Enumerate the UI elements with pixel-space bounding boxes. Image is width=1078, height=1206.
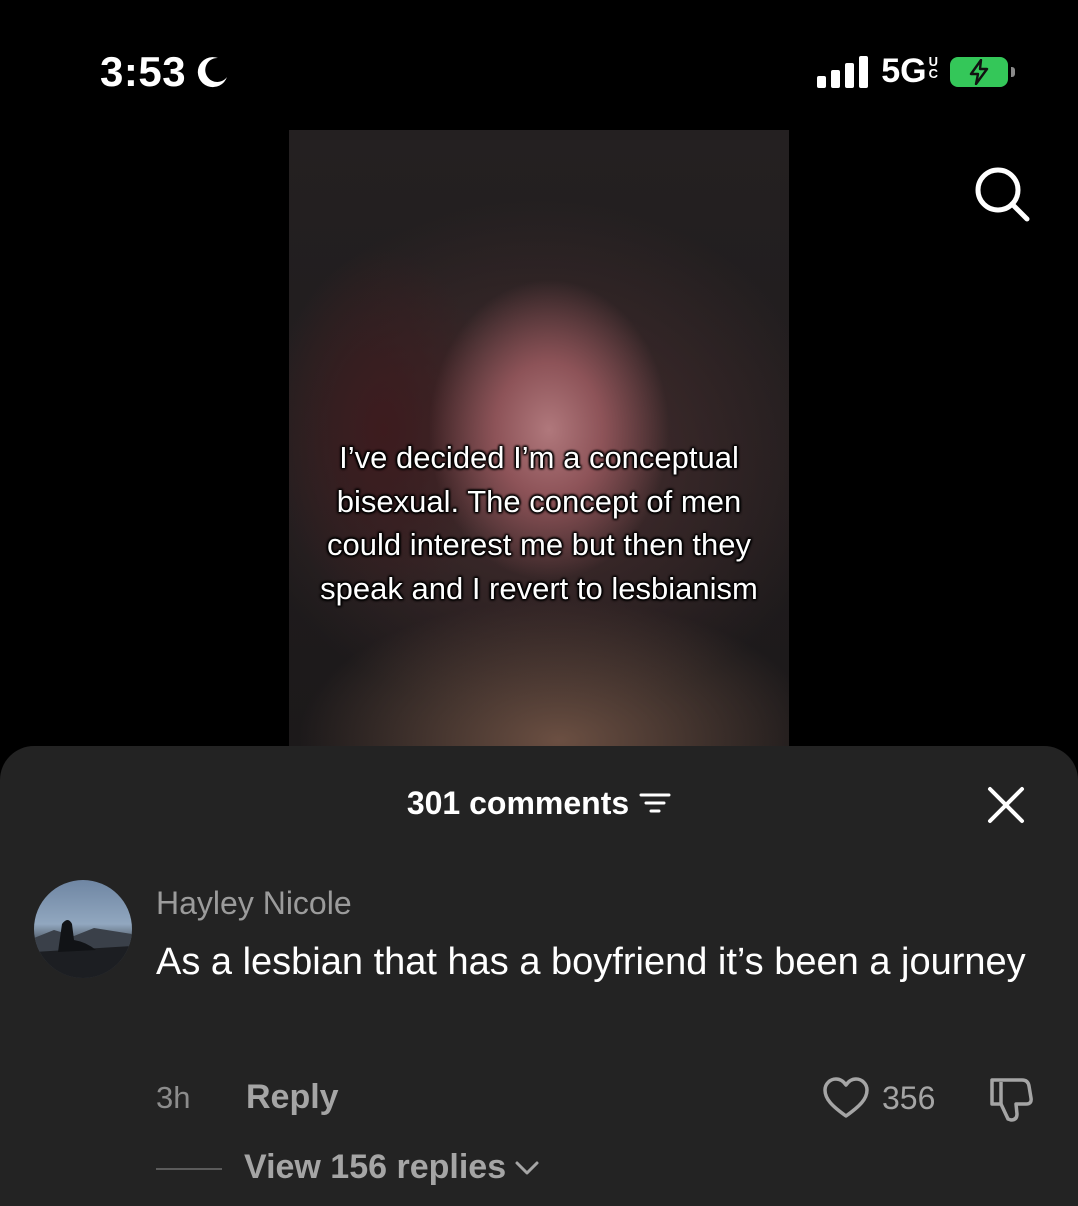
- video-player[interactable]: I’ve decided I’m a conceptual bisexual. …: [289, 130, 789, 748]
- thumbs-down-icon[interactable]: [986, 1074, 1036, 1124]
- comment-author[interactable]: Hayley Nicole: [156, 885, 352, 922]
- view-replies-button[interactable]: View 156 replies: [244, 1148, 540, 1187]
- filter-icon[interactable]: [639, 790, 671, 816]
- chevron-down-icon: [515, 1161, 539, 1174]
- bolt-icon: [969, 58, 989, 85]
- avatar-image: [34, 920, 132, 978]
- moon-icon: [197, 57, 228, 88]
- heart-icon[interactable]: [822, 1076, 870, 1120]
- time-label: 3:53: [100, 48, 187, 95]
- comment-count: 301 comments: [406, 784, 630, 821]
- comment-text: As a lesbian that has a boyfriend it’s b…: [156, 941, 1026, 983]
- avatar[interactable]: [34, 880, 132, 978]
- view-replies-label: View 156 replies: [244, 1148, 507, 1186]
- signal-bars-icon: [817, 55, 869, 88]
- search-icon[interactable]: [972, 164, 1032, 224]
- like-count: 356: [882, 1080, 936, 1116]
- status-indicators: 5G UC: [817, 52, 1015, 91]
- network-sup: UC: [928, 54, 938, 81]
- network-type: 5G UC: [881, 52, 938, 91]
- comments-header: 301 comments: [0, 783, 1078, 823]
- battery-charging-icon: [950, 56, 1015, 87]
- video-caption: I’ve decided I’m a conceptual bisexual. …: [320, 440, 758, 606]
- reply-button[interactable]: Reply: [246, 1078, 339, 1117]
- replies-divider: [156, 1168, 222, 1170]
- status-time: 3:53: [100, 48, 230, 96]
- comment-time: 3h: [156, 1080, 191, 1115]
- close-icon[interactable]: [986, 785, 1026, 825]
- network-label: 5G: [881, 52, 927, 90]
